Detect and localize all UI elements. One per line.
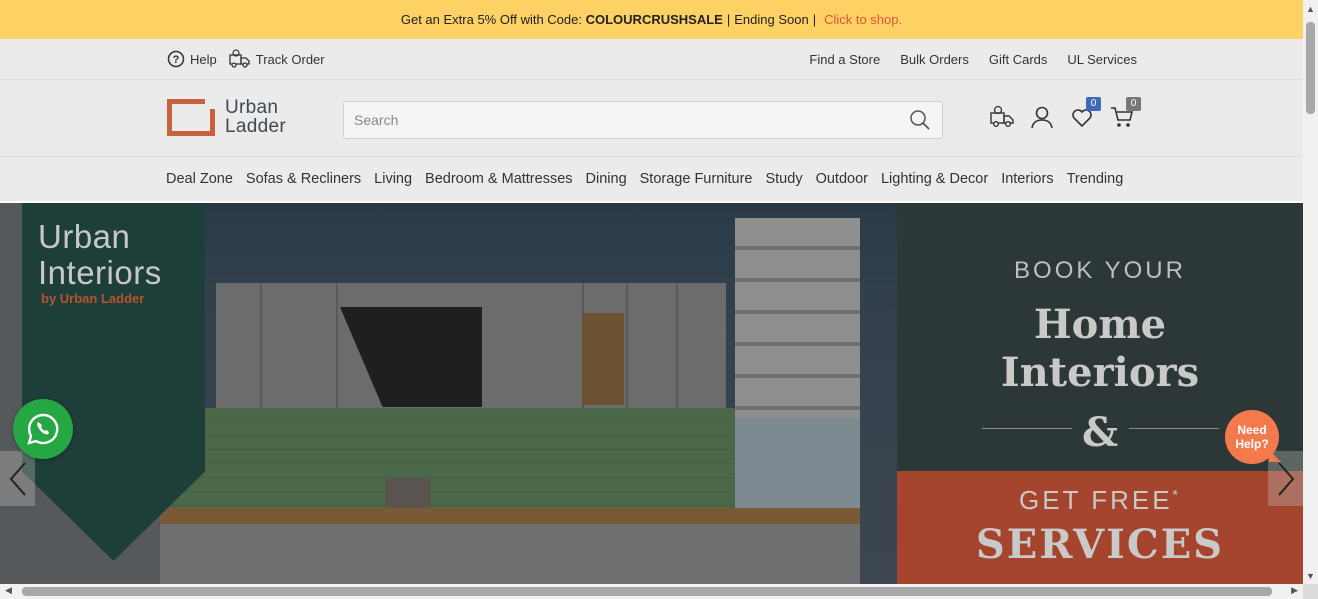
scroll-right-icon[interactable]: ▶ [1291, 585, 1298, 596]
track-order-link[interactable]: Track Order [229, 49, 325, 69]
whatsapp-icon [27, 413, 59, 445]
book-your-text: BOOK YOUR [1014, 257, 1186, 284]
utility-bar: ? Help Track Order Find a Store Bulk Ord… [0, 39, 1303, 80]
search-icon[interactable] [908, 108, 932, 132]
search-input[interactable] [354, 112, 908, 128]
promo-text: Get an Extra 5% Off with Code: [400, 12, 582, 27]
nav-dining[interactable]: Dining [586, 171, 627, 187]
vertical-scrollbar[interactable]: ▲ ▼ [1303, 0, 1318, 584]
ribbon-title-1: Urban [38, 218, 131, 255]
scroll-left-icon[interactable]: ◀ [5, 585, 12, 596]
site-header: ? Help Track Order Find a Store Bulk Ord… [0, 39, 1303, 201]
main-header-bar: Urban Ladder 0 [0, 80, 1303, 157]
promo-shop-link[interactable]: Click to shop. [824, 12, 902, 27]
vertical-scroll-thumb[interactable] [1306, 22, 1315, 114]
svg-text:?: ? [173, 54, 180, 66]
help-link[interactable]: ? Help [167, 50, 217, 68]
wishlist-count-badge: 0 [1086, 97, 1101, 111]
nav-study[interactable]: Study [765, 171, 802, 187]
need-help-line-1: Need [1237, 423, 1267, 437]
track-order-label: Track Order [255, 51, 325, 67]
open-shelf [582, 313, 624, 405]
nav-outdoor[interactable]: Outdoor [816, 171, 868, 187]
horizontal-scrollbar[interactable]: ◀ ▶ [0, 584, 1303, 599]
nav-bedroom-mattresses[interactable]: Bedroom & Mattresses [425, 171, 572, 187]
ribbon-title-2: Interiors [38, 254, 162, 291]
cart-count-badge: 0 [1126, 97, 1141, 111]
kitchen-window [735, 418, 860, 508]
track-order-button[interactable] [989, 104, 1015, 130]
need-help-line-2: Help? [1235, 437, 1269, 451]
nav-deal-zone[interactable]: Deal Zone [166, 171, 233, 187]
nav-interiors[interactable]: Interiors [1001, 171, 1053, 187]
page-viewport: Get an Extra 5% Off with Code: COLOURCRU… [0, 0, 1303, 584]
get-free-asterisk: * [1172, 486, 1181, 503]
ul-services-link[interactable]: UL Services [1067, 52, 1137, 67]
nav-lighting-decor[interactable]: Lighting & Decor [881, 171, 988, 187]
help-icon: ? [167, 50, 185, 68]
interiors-text: Interiors [1000, 349, 1200, 396]
wishlist-button[interactable]: 0 [1069, 97, 1101, 130]
scroll-down-icon[interactable]: ▼ [1306, 571, 1315, 581]
chevron-left-icon [9, 461, 26, 496]
lower-cabinets [160, 524, 860, 584]
truck-icon [229, 49, 250, 68]
header-icons: 0 0 [989, 97, 1141, 130]
need-help-button[interactable]: Need Help? [1225, 410, 1279, 464]
delivery-truck-icon [990, 105, 1014, 128]
logo-mark-icon [167, 98, 215, 136]
offer-panel: BOOK YOUR Home Interiors & GET FREE* SER… [897, 203, 1303, 584]
home-text: Home [1033, 301, 1167, 348]
promo-ending: Ending Soon [734, 12, 809, 27]
services-text: SERVICES [975, 521, 1225, 568]
promo-separator: | [726, 12, 731, 27]
promo-code: COLOURCRUSHSALE [585, 12, 723, 27]
hero-banner[interactable]: Urban Interiors by Urban Ladder BOOK YOU… [0, 203, 1303, 584]
cooking-pot [385, 478, 431, 508]
carousel-prev-button[interactable] [0, 451, 35, 506]
countertop [160, 508, 860, 524]
cart-button[interactable]: 0 [1109, 97, 1141, 130]
nav-sofas-recliners[interactable]: Sofas & Recliners [246, 171, 361, 187]
search-box [343, 101, 943, 139]
user-icon [1031, 106, 1053, 129]
bulk-orders-link[interactable]: Bulk Orders [900, 52, 969, 67]
logo-line-2: Ladder [225, 116, 286, 137]
get-free-box: GET FREE* SERVICES [897, 471, 1303, 584]
scroll-up-icon[interactable]: ▲ [1306, 4, 1315, 14]
promo-separator-2: | [812, 12, 817, 27]
gift-cards-link[interactable]: Gift Cards [989, 52, 1048, 67]
find-store-link[interactable]: Find a Store [809, 52, 880, 67]
chevron-right-icon [1277, 461, 1294, 496]
backsplash-tiles [160, 408, 740, 508]
nav-trending[interactable]: Trending [1067, 171, 1124, 187]
nav-living[interactable]: Living [374, 171, 412, 187]
whatsapp-button[interactable] [13, 399, 73, 459]
site-logo[interactable]: Urban Ladder [167, 98, 286, 136]
get-free-text: GET FREE [1019, 485, 1173, 515]
logo-line-1: Urban [225, 97, 279, 118]
help-label: Help [190, 51, 217, 67]
scrollbar-corner [1303, 584, 1318, 599]
ribbon-subtitle: by Urban Ladder [41, 291, 145, 306]
account-button[interactable] [1029, 104, 1055, 130]
window-blind [735, 218, 860, 418]
horizontal-scroll-thumb[interactable] [22, 587, 1272, 596]
nav-storage-furniture[interactable]: Storage Furniture [640, 171, 753, 187]
promo-banner[interactable]: Get an Extra 5% Off with Code: COLOURCRU… [0, 0, 1303, 39]
category-nav: Deal Zone Sofas & Recliners Living Bedro… [0, 157, 1303, 201]
